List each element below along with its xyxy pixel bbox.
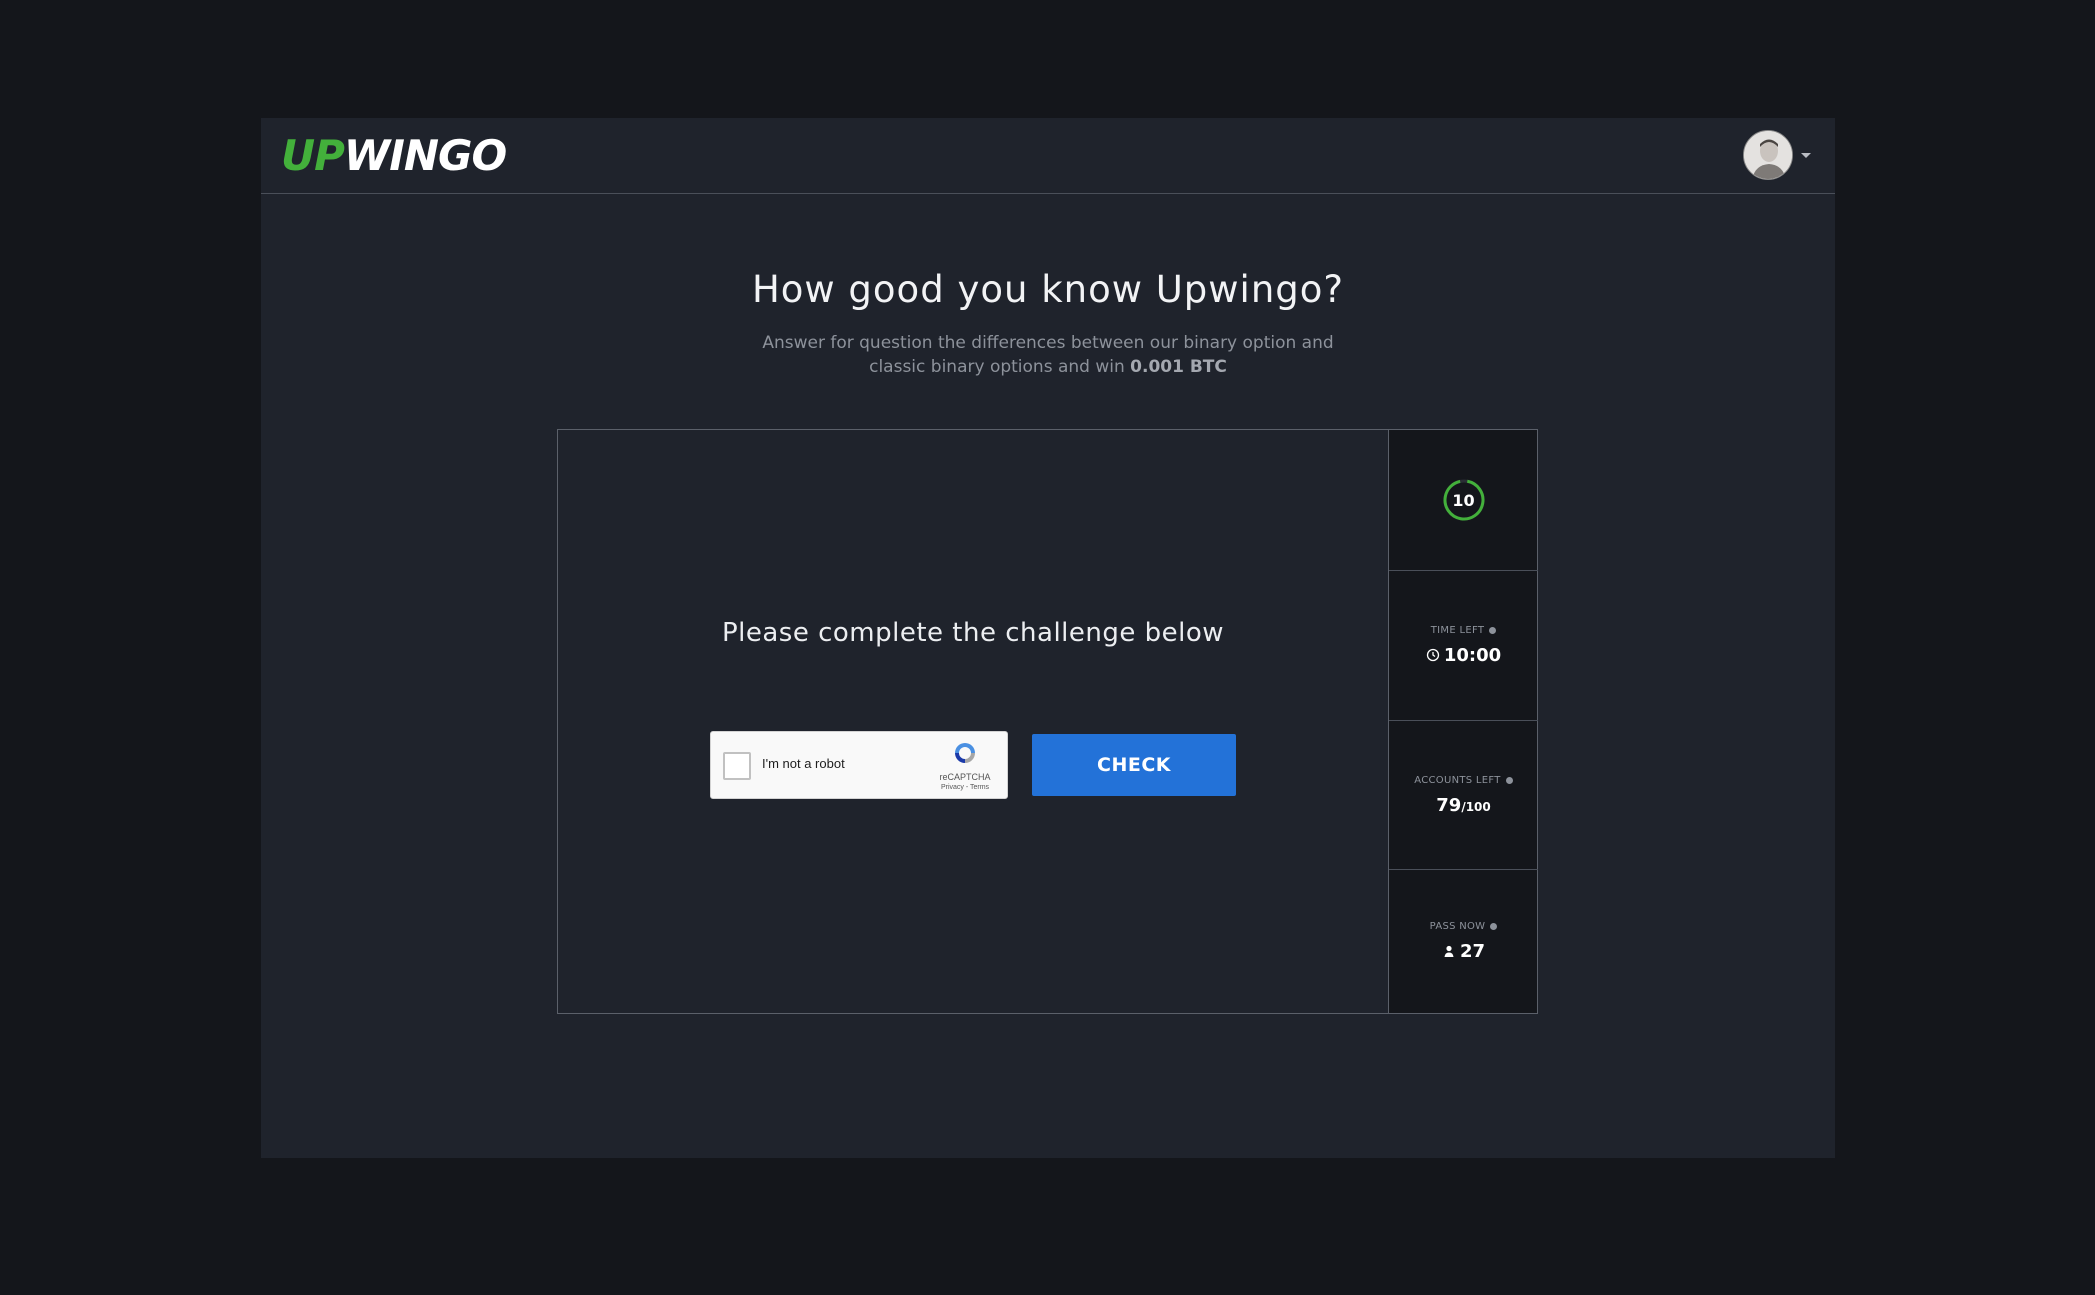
countdown-cell: 10: [1389, 430, 1538, 571]
progress-ring-icon: 10: [1442, 478, 1486, 522]
recaptcha-logo: reCAPTCHA Privacy - Terms: [935, 740, 995, 791]
logo-wingo: WINGO: [343, 130, 507, 180]
info-icon[interactable]: [1490, 923, 1498, 930]
accounts-left-cell: ACCOUNTS LEFT 79/100: [1389, 721, 1538, 870]
quiz-panel: Please complete the challenge below I'm …: [557, 429, 1538, 1014]
pass-now-cell: PASS NOW 27: [1389, 870, 1538, 1013]
challenge-prompt: Please complete the challenge below: [721, 618, 1225, 648]
upwingo-logo[interactable]: UP WINGO: [281, 130, 507, 180]
challenge-area: Please complete the challenge below I'm …: [558, 430, 1388, 1013]
time-left-label-text: TIME LEFT: [1430, 625, 1485, 636]
page-subtitle: Answer for question the differences betw…: [758, 331, 1338, 379]
time-left-cell: TIME LEFT 10:00: [1389, 571, 1538, 721]
chevron-down-icon[interactable]: [1801, 152, 1811, 158]
captcha-checkbox[interactable]: [723, 752, 751, 780]
pass-now-value: 27: [1442, 941, 1485, 962]
avatar[interactable]: [1743, 130, 1793, 180]
accounts-left-count: 79: [1436, 794, 1462, 816]
reward-amount: 0.001 BTC: [1130, 357, 1227, 377]
captcha-label: I'm not a robot: [762, 756, 845, 771]
logo-up: UP: [281, 130, 345, 180]
info-icon[interactable]: [1505, 776, 1513, 784]
accounts-left-label-text: ACCOUNTS LEFT: [1414, 774, 1501, 786]
accounts-left-value: 79/100: [1436, 795, 1491, 816]
accounts-left-label: ACCOUNTS LEFT: [1414, 774, 1513, 786]
captcha-brand: reCAPTCHA: [939, 772, 991, 782]
page-title: How good you know Upwingo?: [751, 268, 1345, 311]
recaptcha-icon: [955, 743, 975, 763]
time-left-value: 10:00: [1426, 645, 1501, 666]
countdown-value: 10: [1452, 490, 1475, 510]
time-left-label: TIME LEFT: [1430, 625, 1497, 636]
accounts-total: /100: [1461, 799, 1491, 814]
person-icon: [1444, 945, 1454, 957]
stats-sidebar: 10 TIME LEFT 10:00 ACCOUNTS LEFT 79 /100…: [1388, 430, 1538, 1013]
recaptcha-widget: I'm not a robot reCAPTCHA Privacy - Term…: [710, 731, 1008, 799]
pass-now-label-text: PASS NOW: [1429, 921, 1486, 932]
time-left-text: 10:00: [1443, 645, 1502, 666]
user-menu[interactable]: [1743, 130, 1811, 180]
pass-now-label: PASS NOW: [1430, 921, 1498, 932]
check-button[interactable]: CHECK: [1032, 734, 1236, 796]
pass-now-count: 27: [1459, 941, 1486, 962]
subtitle-text: Answer for question the differences betw…: [762, 333, 1334, 377]
hero-section: How good you know Upwingo? Answer for qu…: [261, 268, 1835, 379]
app-window: UP WINGO How good you know Upwingo? Answe…: [261, 118, 1835, 1158]
info-icon[interactable]: [1489, 627, 1497, 634]
captcha-links[interactable]: Privacy - Terms: [935, 784, 995, 791]
clock-icon: [1426, 648, 1439, 662]
top-nav: UP WINGO: [261, 118, 1835, 194]
